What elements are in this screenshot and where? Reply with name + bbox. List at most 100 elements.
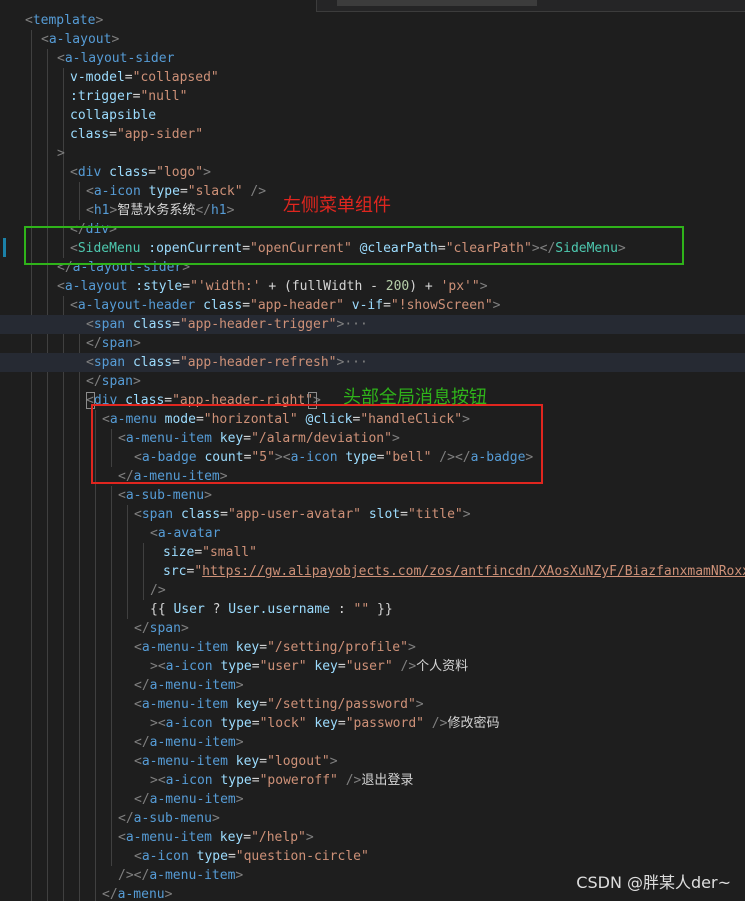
attr-name: src [163, 564, 187, 579]
tag-name: span [141, 507, 174, 522]
code-line[interactable]: </a-menu-item> [0, 790, 745, 809]
code-line[interactable]: <a-layout-header class="app-header" v-if… [0, 296, 745, 315]
attr-name: :trigger [70, 89, 133, 104]
tag-name: a-menu-item [149, 735, 236, 750]
tag-bracket: < [134, 697, 142, 712]
attr-name: key [235, 754, 260, 769]
tag-bracket: </ [134, 621, 150, 636]
attr-name: class [180, 507, 221, 522]
tag-bracket: > [235, 678, 244, 693]
tag-bracket: < [134, 507, 142, 522]
tag-bracket: < [41, 32, 49, 47]
code-line[interactable]: {{ User ? User.username : "" }} [0, 600, 745, 619]
tag-bracket: > [235, 735, 244, 750]
code-line[interactable]: ><a-icon type="lock" key="password" />修改… [0, 714, 745, 733]
code-line[interactable]: <a-sub-menu> [0, 486, 745, 505]
tag-bracket: < [70, 298, 78, 313]
code-line[interactable]: <span class="app-user-avatar" slot="titl… [0, 505, 745, 524]
code-line[interactable]: <a-layout-sider [0, 49, 745, 68]
code-line[interactable]: <a-menu-item key="/setting/password"> [0, 695, 745, 714]
code-line[interactable]: </span> [0, 619, 745, 638]
attr-value: "/help" [251, 830, 306, 845]
operator: = [182, 279, 191, 294]
fold-ellipsis[interactable]: ··· [344, 355, 367, 370]
code-line-folded[interactable]: <span class="app-header-trigger">··· [0, 315, 745, 334]
operator: = [259, 697, 268, 712]
attr-value: "app-user-avatar" [227, 507, 361, 522]
tag-bracket: > [180, 621, 189, 636]
attr-value: "/setting/password" [267, 697, 416, 712]
text-content: 个人资料 [416, 659, 469, 674]
tag-bracket: < [134, 849, 142, 864]
code-line[interactable]: ><a-icon type="poweroff" />退出登录 [0, 771, 745, 790]
tag-bracket: </ [102, 887, 118, 901]
code-line[interactable]: </span> [0, 334, 745, 353]
attr-value: "app-sider" [116, 127, 204, 142]
url-link[interactable]: https://gw.alipayobjects.com/zos/antfinc… [202, 564, 745, 579]
code-line[interactable]: :trigger="null" [0, 87, 745, 106]
code-line[interactable]: > [0, 144, 745, 163]
annotation-box-side-menu [24, 226, 684, 265]
code-line[interactable]: </a-menu-item> [0, 733, 745, 752]
operator: = [337, 716, 346, 731]
code-line[interactable]: collapsible [0, 106, 745, 125]
attr-name: key [235, 697, 260, 712]
tag-bracket: </ [86, 336, 102, 351]
operator: = [337, 659, 346, 674]
fold-ellipsis[interactable]: ··· [344, 317, 367, 332]
tag-name: span [149, 621, 181, 636]
code-line[interactable]: </a-sub-menu> [0, 809, 745, 828]
code-line[interactable]: <template> [0, 11, 745, 30]
operator: = [172, 317, 180, 332]
code-line[interactable]: <div class="logo"> [0, 163, 745, 182]
tag-bracket: /> [242, 184, 267, 199]
mustache-open: {{ [150, 602, 174, 617]
tag-bracket: < [57, 51, 65, 66]
attr-name: v-model [70, 70, 125, 85]
tag-bracket: </ [86, 374, 102, 389]
code-line[interactable]: <a-layout> [0, 30, 745, 49]
tag-bracket: > [204, 488, 212, 503]
operator: = [179, 184, 188, 199]
operator: ? [204, 602, 229, 617]
tag-bracket: > [329, 754, 338, 769]
code-line[interactable]: <a-menu-item key="/help"> [0, 828, 745, 847]
operator: : [330, 602, 354, 617]
code-line[interactable]: <a-menu-item key="logout"> [0, 752, 745, 771]
tag-name: a-menu-item [141, 697, 228, 712]
tag-name: a-menu-item [141, 754, 228, 769]
tag-bracket: < [57, 279, 65, 294]
code-line[interactable]: <a-menu-item key="/setting/profile"> [0, 638, 745, 657]
operator: = [227, 849, 236, 864]
tag-bracket: </ [195, 203, 211, 218]
tag-bracket: /> [337, 773, 362, 788]
code-line[interactable]: <a-avatar [0, 524, 745, 543]
code-line[interactable]: v-model="collapsed" [0, 68, 745, 87]
attr-name: type [148, 184, 180, 199]
attr-name: :style [135, 279, 183, 294]
code-line[interactable]: <a-layout :style="'width:' + (fullWidth … [0, 277, 745, 296]
string-literal: "" [353, 602, 370, 617]
text-content: 修改密码 [447, 716, 500, 731]
code-line[interactable]: class="app-sider" [0, 125, 745, 144]
attr-value: "app-header-refresh" [179, 355, 337, 370]
tag-bracket: >< [150, 716, 166, 731]
tag-bracket: < [86, 355, 94, 370]
code-line[interactable]: </a-menu-item> [0, 676, 745, 695]
code-editor[interactable]: ❯ ❯ <template> <a-layout> <a-layout-side… [0, 0, 745, 901]
code-line[interactable]: <a-icon type="question-circle" [0, 847, 745, 866]
annotation-label-header-message: 头部全局消息按钮 [343, 387, 487, 408]
code-line[interactable]: src="https://gw.alipayobjects.com/zos/an… [0, 562, 745, 581]
identifier: User [173, 602, 205, 617]
attr-value: "collapsed" [132, 70, 219, 85]
operator: = [243, 830, 252, 845]
code-line-folded[interactable]: <span class="app-header-refresh">··· [0, 353, 745, 372]
tag-bracket: </ [134, 792, 150, 807]
operator: = [383, 298, 391, 313]
attr-value: "app-header" [250, 298, 344, 313]
tag-name: a-menu-item [149, 678, 236, 693]
code-line[interactable]: /> [0, 581, 745, 600]
code-line[interactable]: ><a-icon type="user" key="user" />个人资料 [0, 657, 745, 676]
tag-name: a-icon [165, 773, 213, 788]
code-line[interactable]: size="small" [0, 543, 745, 562]
